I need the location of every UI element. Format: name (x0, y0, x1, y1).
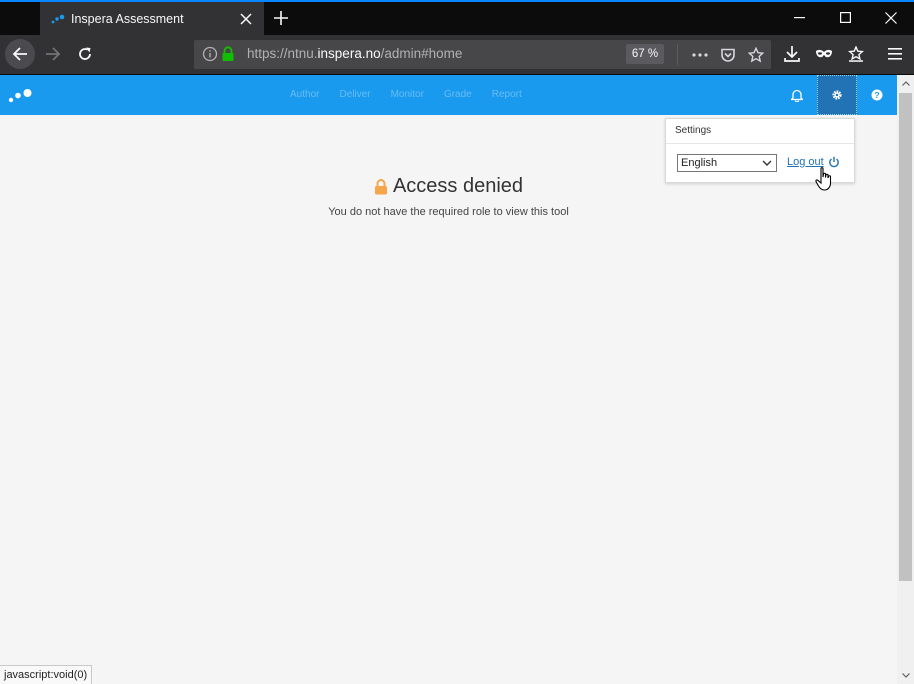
page-actions-icon[interactable] (691, 46, 709, 64)
url-text: https://ntnu.inspera.no/admin#home (247, 46, 462, 61)
access-denied-message: You do not have the required role to vie… (328, 205, 569, 218)
tab-close-icon[interactable] (234, 7, 258, 31)
back-arrow-icon (12, 47, 27, 61)
status-bar: javascript:void(0) (0, 665, 93, 684)
browser-tab[interactable]: Inspera Assessment (40, 2, 264, 35)
help-icon: ? (871, 89, 883, 101)
help-button[interactable]: ? (857, 75, 897, 115)
nav-report[interactable]: Report (492, 89, 522, 100)
language-select[interactable]: English (677, 154, 777, 172)
gear-icon (832, 90, 842, 100)
private-mask-icon[interactable] (814, 44, 834, 64)
scroll-down-icon[interactable] (897, 667, 914, 684)
app-header: Author Deliver Monitor Grade Report ? (0, 75, 897, 115)
navigation-toolbar: https://ntnu.inspera.no/admin#home 67 % (0, 35, 914, 75)
window-close-icon[interactable] (868, 2, 914, 33)
zoom-indicator[interactable]: 67 % (626, 44, 664, 64)
url-domain: inspera.no (317, 46, 381, 61)
nav-author[interactable]: Author (290, 89, 319, 100)
inspera-favicon-icon (50, 11, 66, 27)
pocket-icon[interactable] (719, 46, 737, 64)
access-denied-heading: Access denied (374, 175, 523, 198)
site-info-icon[interactable] (202, 46, 218, 62)
downloads-icon[interactable] (782, 44, 802, 64)
lock-icon (374, 178, 387, 194)
nav-grade[interactable]: Grade (444, 89, 472, 100)
secure-lock-icon[interactable] (221, 46, 235, 62)
forward-arrow-icon (46, 47, 61, 61)
tab-title: Inspera Assessment (71, 11, 184, 26)
url-bar-divider (677, 44, 678, 65)
notifications-button[interactable] (777, 75, 817, 115)
nav-monitor[interactable]: Monitor (391, 89, 424, 100)
forward-button[interactable] (38, 39, 68, 69)
heading-text: Access denied (392, 175, 524, 197)
nav-deliver[interactable]: Deliver (339, 89, 370, 100)
inspera-logo-icon[interactable] (8, 86, 34, 104)
access-denied-panel: Access denied You do not have the requir… (0, 175, 897, 218)
reload-icon (79, 47, 91, 60)
minimize-icon[interactable] (776, 2, 822, 33)
bookmark-star-icon[interactable] (747, 46, 765, 64)
vertical-scrollbar[interactable] (897, 75, 914, 684)
language-value: English (681, 157, 718, 169)
settings-button[interactable] (817, 75, 857, 115)
title-bar: Inspera Assessment (0, 0, 914, 35)
svg-text:?: ? (874, 90, 879, 100)
main-nav: Author Deliver Monitor Grade Report (290, 89, 522, 100)
scrollbar-thumb[interactable] (899, 93, 912, 581)
settings-divider (666, 143, 854, 144)
chevron-down-icon (762, 160, 772, 166)
reload-button[interactable] (70, 39, 100, 69)
hamburger-menu-icon[interactable] (885, 44, 905, 64)
bell-icon (791, 89, 803, 102)
url-prefix: https://ntnu. (247, 46, 318, 61)
scroll-up-icon[interactable] (897, 75, 914, 92)
settings-header: Settings (675, 125, 712, 136)
back-button[interactable] (5, 39, 35, 69)
url-path: /admin#home (380, 46, 463, 61)
maximize-icon[interactable] (822, 2, 868, 33)
library-icon[interactable] (846, 44, 866, 64)
new-tab-icon[interactable] (268, 5, 294, 31)
url-bar[interactable]: https://ntnu.inspera.no/admin#home 67 % (194, 40, 771, 69)
